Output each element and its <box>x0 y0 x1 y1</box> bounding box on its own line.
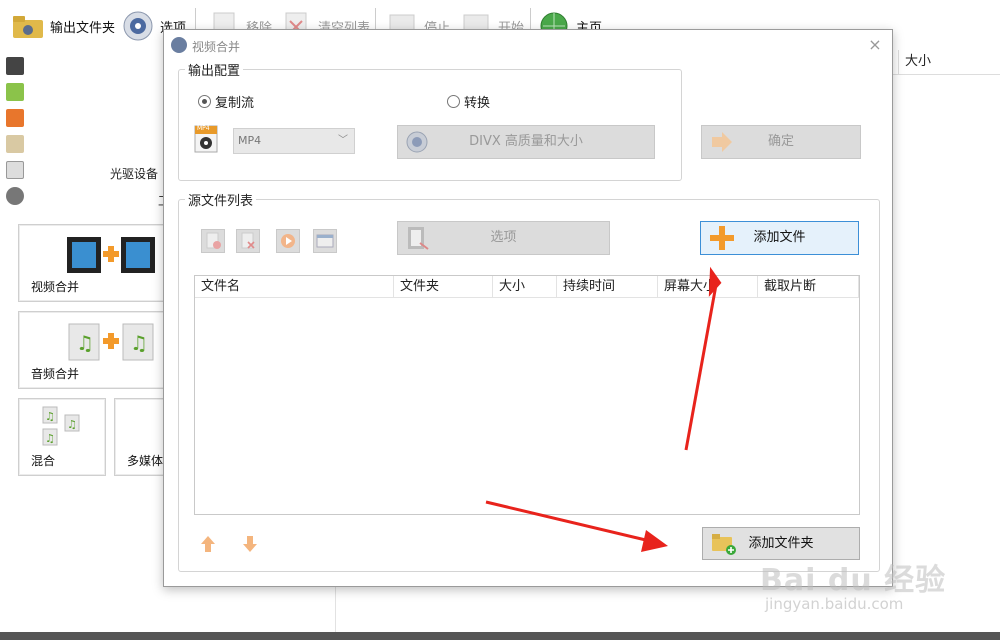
red-arrowhead-right <box>641 530 668 552</box>
red-arrow-to-add-file <box>684 284 718 451</box>
baidu-watermark-url: jingyan.baidu.com <box>765 595 904 613</box>
red-arrow-to-add-folder <box>485 500 651 543</box>
annotation-arrows <box>485 266 722 552</box>
baidu-watermark-logo: Bai du 经验 <box>760 563 947 598</box>
